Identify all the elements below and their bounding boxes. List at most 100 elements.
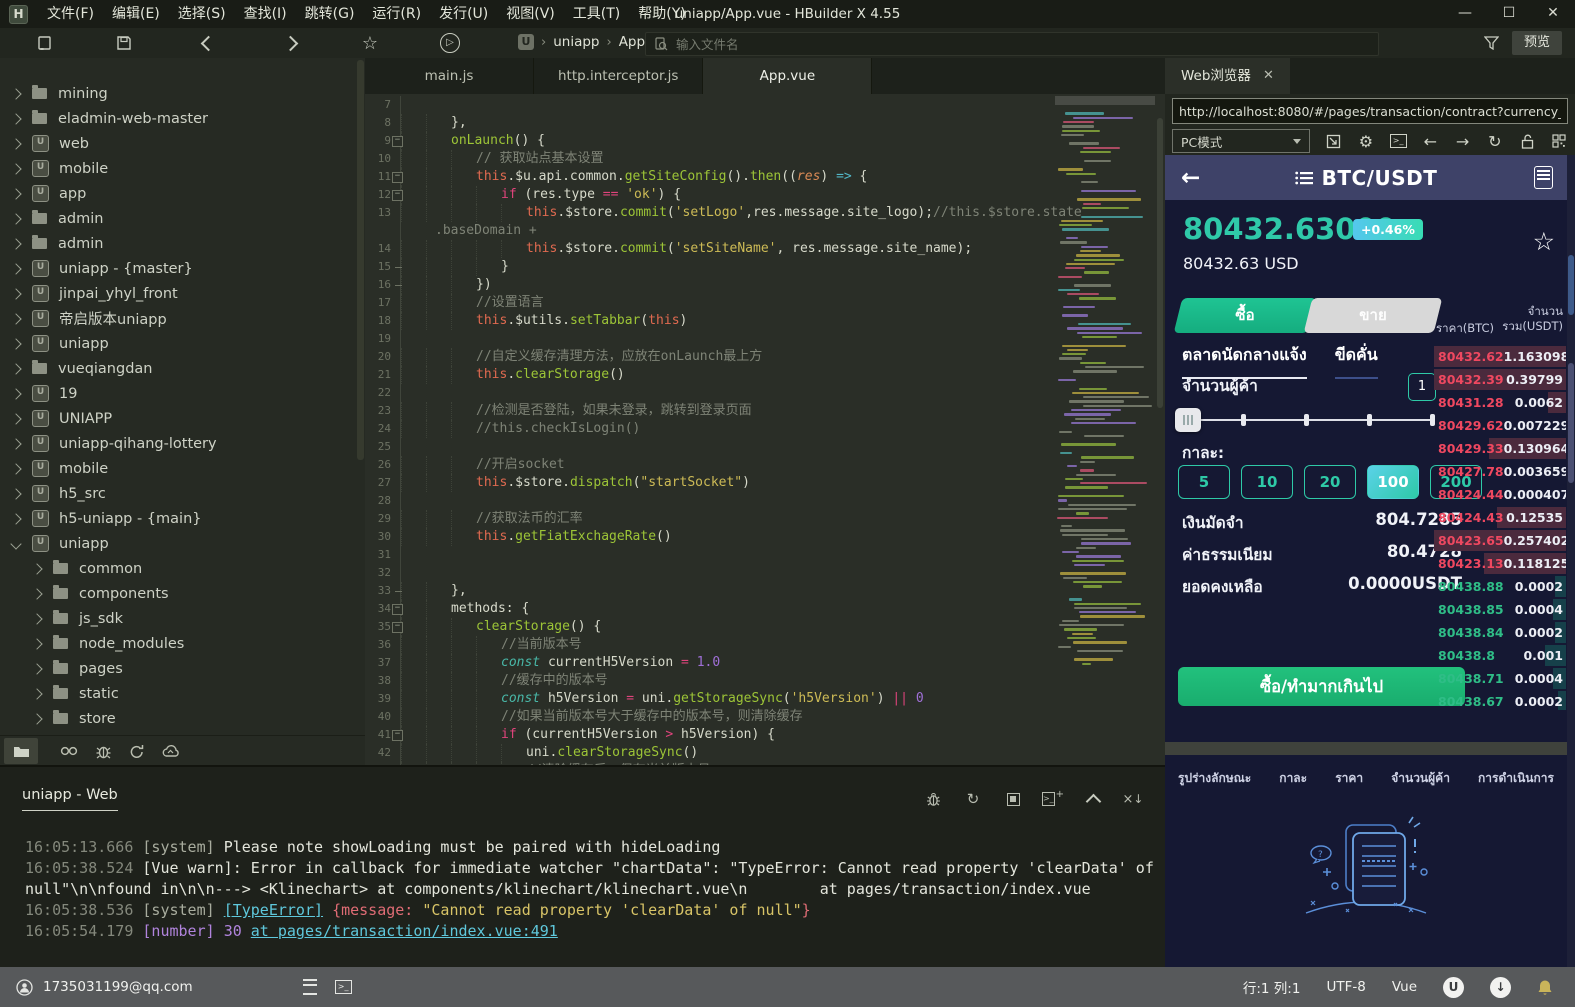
notification-bell-icon[interactable] <box>1537 979 1553 996</box>
unlock-icon[interactable] <box>1519 132 1536 150</box>
fold-marker-icon[interactable]: − <box>392 136 403 147</box>
code-line[interactable]: 10// 获取站点基本设置 <box>365 150 1165 168</box>
orderbook-row-bid[interactable]: 80438.840.0002 <box>1434 621 1566 644</box>
browser-tab[interactable]: Web浏览器✕ <box>1165 58 1290 94</box>
code-line[interactable]: 33}, <box>365 582 1165 600</box>
tree-chevron-icon[interactable] <box>10 313 21 324</box>
code-line[interactable]: 34−methods: { <box>365 600 1165 618</box>
tree-chevron-icon[interactable] <box>31 563 42 574</box>
amount-button[interactable]: 10 <box>1241 465 1293 499</box>
code-line[interactable]: 37const currentH5Version = 1.0 <box>365 654 1165 672</box>
editor-scrollbar[interactable] <box>1157 118 1163 408</box>
tree-item[interactable]: static <box>0 681 365 706</box>
tree-item[interactable]: mining <box>0 81 365 106</box>
tree-chevron-icon[interactable] <box>31 663 42 674</box>
console-icon[interactable]: >_ <box>1390 132 1407 150</box>
outline-icon[interactable] <box>303 979 317 995</box>
open-external-icon[interactable] <box>1325 132 1342 150</box>
amount-button[interactable]: 20 <box>1304 465 1356 499</box>
tree-chevron-icon[interactable] <box>31 613 42 624</box>
code-line[interactable]: 39const h5Version = uni.getStorageSync('… <box>365 690 1165 708</box>
tree-chevron-icon[interactable] <box>10 338 21 349</box>
tree-item[interactable]: Uuniapp-qihang-lottery <box>0 431 365 456</box>
code-line[interactable]: 15} <box>365 258 1165 276</box>
editor-tab[interactable]: App.vue <box>703 58 872 94</box>
editor-tab[interactable]: main.js <box>365 58 534 94</box>
code-line[interactable]: 14this.$store.commit('setSiteName', res.… <box>365 240 1165 258</box>
log-link[interactable]: [TypeError] <box>224 901 323 919</box>
code-line[interactable]: 42uni.clearStorageSync() <box>365 744 1165 762</box>
orderbook-row-bid[interactable]: 80438.850.0004 <box>1434 598 1566 621</box>
tree-item[interactable]: admin <box>0 206 365 231</box>
traders-value[interactable]: 1 <box>1408 373 1436 401</box>
nav-forward-icon[interactable]: → <box>1454 132 1471 150</box>
log-link[interactable]: at pages/transaction/index.vue:491 <box>251 922 558 940</box>
buy-tab-label[interactable]: ซื้อ <box>1180 298 1310 333</box>
editor-tab[interactable]: http.interceptor.js <box>534 58 703 94</box>
tree-chevron-icon[interactable] <box>10 263 21 274</box>
menu-item[interactable]: 工具(T) <box>564 0 629 28</box>
tree-item[interactable]: Uuniapp <box>0 531 365 556</box>
code-line[interactable]: 29//获取法币的汇率 <box>365 510 1165 528</box>
orderbook-row-ask[interactable]: 80423.130.118125 <box>1434 552 1566 575</box>
code-line[interactable]: 26//开启socket <box>365 456 1165 474</box>
tree-item[interactable]: U帝启版本uniapp <box>0 306 365 331</box>
preview-button[interactable]: 预览 <box>1512 31 1562 55</box>
fold-marker-icon[interactable]: − <box>392 622 403 633</box>
orderbook-row-bid[interactable]: 80438.80.001 <box>1434 644 1566 667</box>
search-input[interactable] <box>674 36 1278 53</box>
new-file-icon[interactable] <box>33 31 57 55</box>
code-line[interactable]: 28 <box>365 492 1165 510</box>
orders-doc-icon[interactable] <box>1534 166 1553 189</box>
tree-item[interactable]: Umobile <box>0 156 365 181</box>
qrcode-icon[interactable] <box>1551 132 1568 150</box>
code-line[interactable]: 38//缓存中的版本号 <box>365 672 1165 690</box>
tree-item[interactable]: admin <box>0 231 365 256</box>
file-search-box[interactable] <box>645 32 1379 56</box>
slider-handle[interactable] <box>1175 408 1201 432</box>
code-line[interactable]: 13this.$store.commit('setLogo',res.messa… <box>365 204 1165 222</box>
menu-item[interactable]: 发行(U) <box>430 0 497 28</box>
tree-item[interactable]: js_sdk <box>0 606 365 631</box>
code-line[interactable]: 40//如果当前版本号大于缓存中的版本号，则清除缓存 <box>365 708 1165 726</box>
settings-gear-icon[interactable]: ⚙ <box>1357 132 1374 150</box>
orderbook-row-ask[interactable]: 80423.650.257402 <box>1434 529 1566 552</box>
orderbook-row-ask[interactable]: 80424.440.000407 <box>1434 483 1566 506</box>
code-line[interactable]: 21this.clearStorage() <box>365 366 1165 384</box>
code-line[interactable]: 22 <box>365 384 1165 402</box>
code-line[interactable]: 31 <box>365 546 1165 564</box>
close-tab-icon[interactable]: ✕ <box>1263 58 1274 94</box>
tree-chevron-icon[interactable] <box>10 288 21 299</box>
refresh-panel-icon[interactable] <box>120 738 154 764</box>
forward-icon[interactable] <box>278 31 302 55</box>
fold-marker-icon[interactable]: − <box>392 604 403 615</box>
tree-chevron-icon[interactable] <box>10 413 21 424</box>
download-icon[interactable]: ↓ <box>1490 977 1511 998</box>
tree-item[interactable]: Ujinpai_yhyl_front <box>0 281 365 306</box>
code-line[interactable]: 9−onLaunch() { <box>365 132 1165 150</box>
tree-chevron-icon[interactable] <box>10 388 21 399</box>
code-line[interactable]: 7 <box>365 96 1165 114</box>
fold-marker-icon[interactable]: − <box>392 730 403 741</box>
tree-item[interactable]: UUNIAPP <box>0 406 365 431</box>
console-tab[interactable]: uniapp - Web <box>22 787 118 811</box>
tree-item[interactable]: eladmin-web-master <box>0 106 365 131</box>
tree-chevron-icon[interactable] <box>10 438 21 449</box>
tree-chevron-icon[interactable] <box>31 588 42 599</box>
tree-item[interactable]: Uweb <box>0 131 365 156</box>
code-line[interactable]: 19 <box>365 330 1165 348</box>
tree-item[interactable]: Uapp <box>0 181 365 206</box>
tree-chevron-icon[interactable] <box>10 463 21 474</box>
device-mode-select[interactable]: PC模式 <box>1172 129 1310 153</box>
tree-item[interactable]: Uuniapp <box>0 331 365 356</box>
encoding[interactable]: UTF-8 <box>1326 979 1365 995</box>
back-icon[interactable] <box>196 31 220 55</box>
cloud-panel-icon[interactable] <box>154 738 188 764</box>
tree-chevron-icon[interactable] <box>10 163 21 174</box>
code-line[interactable]: 18this.$utils.setTabbar(this) <box>365 312 1165 330</box>
star-icon[interactable]: ☆ <box>358 31 382 55</box>
menu-item[interactable]: 视图(V) <box>497 0 564 28</box>
run-icon[interactable]: ▷ <box>438 31 462 55</box>
menu-item[interactable]: 查找(I) <box>235 0 296 28</box>
debug-panel-icon[interactable] <box>86 738 120 764</box>
